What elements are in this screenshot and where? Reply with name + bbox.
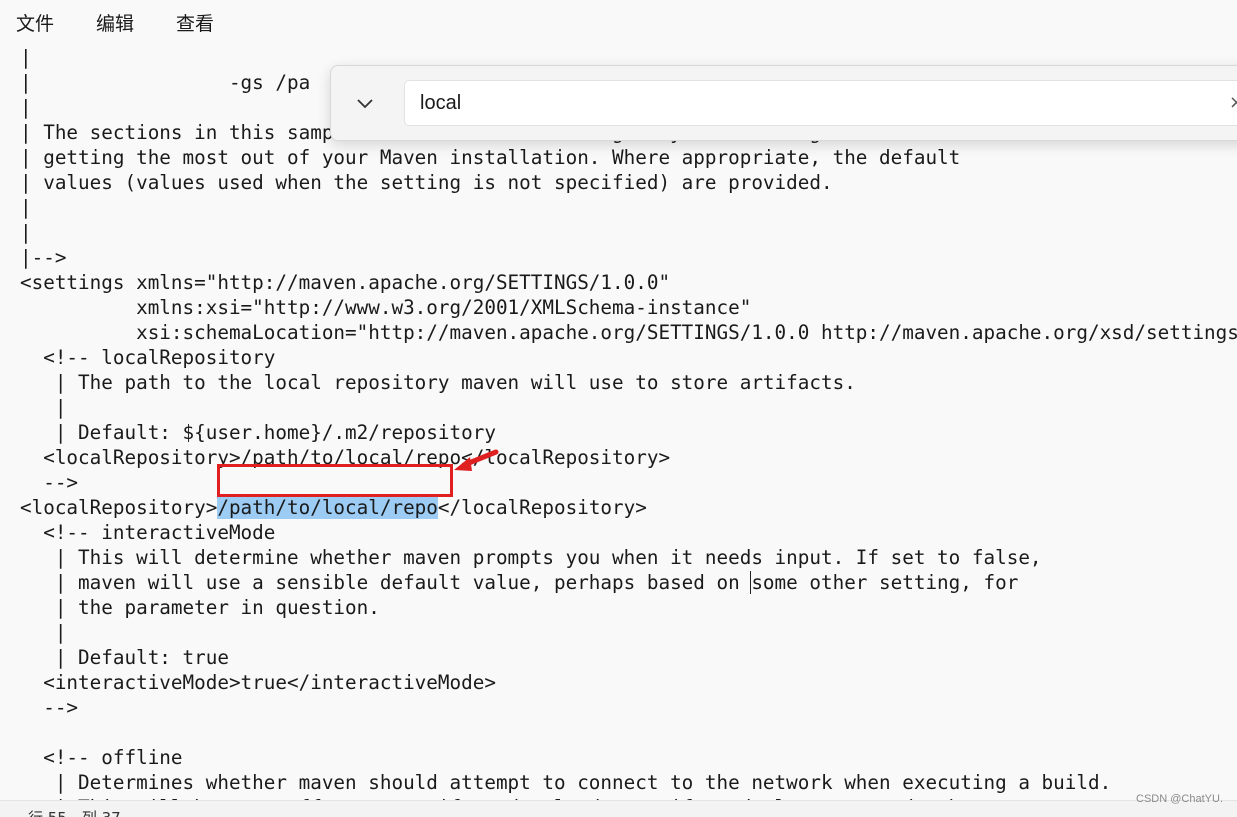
- code-segment: some other setting, for: [751, 571, 1019, 594]
- code-line: <!-- interactiveMode: [20, 521, 276, 544]
- code-line: |: [20, 221, 32, 244]
- code-line: | values (values used when the setting i…: [20, 171, 833, 194]
- code-line: <localRepository>/path/to/local/repo</lo…: [20, 446, 671, 469]
- code-line: <localRepository>/path/to/local/repo</lo…: [20, 495, 1237, 520]
- code-line: -->: [20, 696, 79, 719]
- code-segment: </localRepository>: [437, 496, 647, 519]
- code-line: | getting the most out of your Maven ins…: [20, 146, 961, 169]
- menu-file[interactable]: 文件: [16, 9, 54, 36]
- code-line: | maven will use a sensible default valu…: [20, 570, 1237, 595]
- editor-content[interactable]: | | -gs /pa | | The sections in this sample…: [20, 45, 1237, 800]
- code-line: <interactiveMode>true</interactiveMode>: [20, 671, 496, 694]
- menu-edit[interactable]: 编辑: [96, 9, 134, 36]
- menu-bar: 文件 编辑 查看: [0, 0, 1237, 44]
- code-line: |: [20, 196, 32, 219]
- code-line: | The path to the local repository maven…: [20, 371, 856, 394]
- code-line: |: [20, 396, 67, 419]
- code-line: | This will determine whether maven prom…: [20, 546, 1042, 569]
- find-input[interactable]: [404, 80, 1237, 126]
- menu-view[interactable]: 查看: [176, 9, 214, 36]
- code-line: | Default: ${user.home}/.m2/repository: [20, 421, 496, 444]
- chevron-down-icon: [357, 99, 373, 109]
- text-editor[interactable]: | | -gs /pa | | The sections in this sample…: [0, 44, 1237, 800]
- find-dialog: ×: [330, 65, 1237, 141]
- find-toggle-button[interactable]: [351, 90, 379, 118]
- code-line: xmlns:xsi="http://www.w3.org/2001/XMLSch…: [20, 296, 752, 319]
- code-line: | the parameter in question.: [20, 596, 380, 619]
- watermark: CSDN @ChatYU.: [1136, 793, 1223, 805]
- code-line: | Determines whether maven should attemp…: [20, 771, 1112, 794]
- status-bar: 行 55，列 37: [0, 800, 1237, 817]
- code-line: <!-- localRepository: [20, 346, 276, 369]
- annotation-highlight-box: [217, 464, 453, 497]
- code-segment: <localRepository>: [20, 496, 218, 519]
- code-line: |: [20, 621, 67, 644]
- code-segment: | maven will use a sensible default valu…: [20, 571, 752, 594]
- code-line: |-->: [20, 246, 67, 269]
- code-line: | Default: true: [20, 646, 229, 669]
- annotation-arrow-icon: [454, 449, 499, 471]
- code-line: <!-- offline: [20, 746, 183, 769]
- selected-text: /path/to/local/repo: [217, 496, 438, 519]
- code-line: <settings xmlns="http://maven.apache.org…: [20, 271, 671, 294]
- close-icon[interactable]: ×: [1229, 92, 1237, 113]
- code-line: xsi:schemaLocation="http://maven.apache.…: [136, 321, 1237, 344]
- code-line: -->: [20, 471, 79, 494]
